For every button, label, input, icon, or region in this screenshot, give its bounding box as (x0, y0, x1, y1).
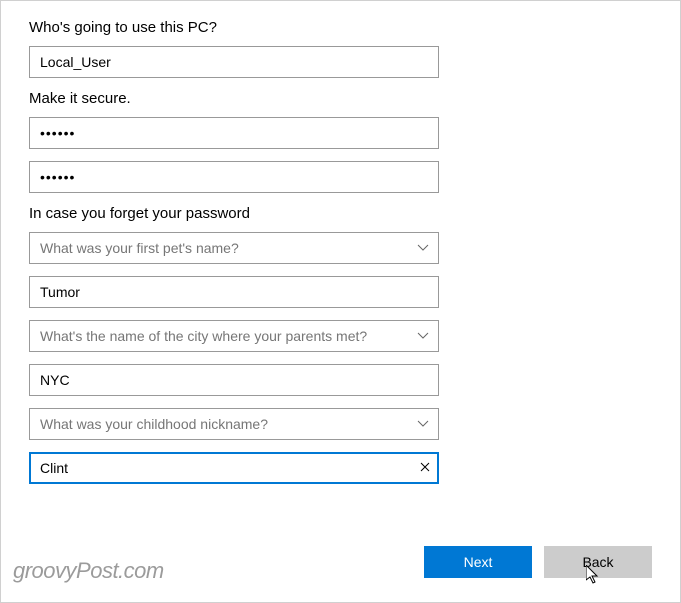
password-input[interactable] (29, 117, 439, 149)
make-secure-label: Make it secure. (29, 90, 652, 107)
security-question-1-value: What was your first pet's name? (29, 232, 439, 264)
clear-icon[interactable] (419, 460, 431, 476)
forget-password-label: In case you forget your password (29, 205, 652, 222)
security-question-1-select[interactable]: What was your first pet's name? (29, 232, 439, 264)
security-question-3-value: What was your childhood nickname? (29, 408, 439, 440)
security-answer-3-wrap (29, 452, 439, 484)
who-uses-label: Who's going to use this PC? (29, 19, 652, 36)
security-question-2-value: What's the name of the city where your p… (29, 320, 439, 352)
next-button[interactable]: Next (424, 546, 532, 578)
watermark-text: groovyPost.com (13, 558, 164, 584)
security-answer-1-wrap (29, 276, 439, 308)
password-confirm-input[interactable] (29, 161, 439, 193)
security-answer-2-input[interactable] (29, 364, 439, 396)
security-question-2-select[interactable]: What's the name of the city where your p… (29, 320, 439, 352)
back-button[interactable]: Back (544, 546, 652, 578)
username-input[interactable] (29, 46, 439, 78)
security-answer-2-wrap (29, 364, 439, 396)
security-question-3-select[interactable]: What was your childhood nickname? (29, 408, 439, 440)
security-answer-1-input[interactable] (29, 276, 439, 308)
security-answer-3-input[interactable] (29, 452, 439, 484)
button-bar: Next Back (424, 546, 652, 578)
